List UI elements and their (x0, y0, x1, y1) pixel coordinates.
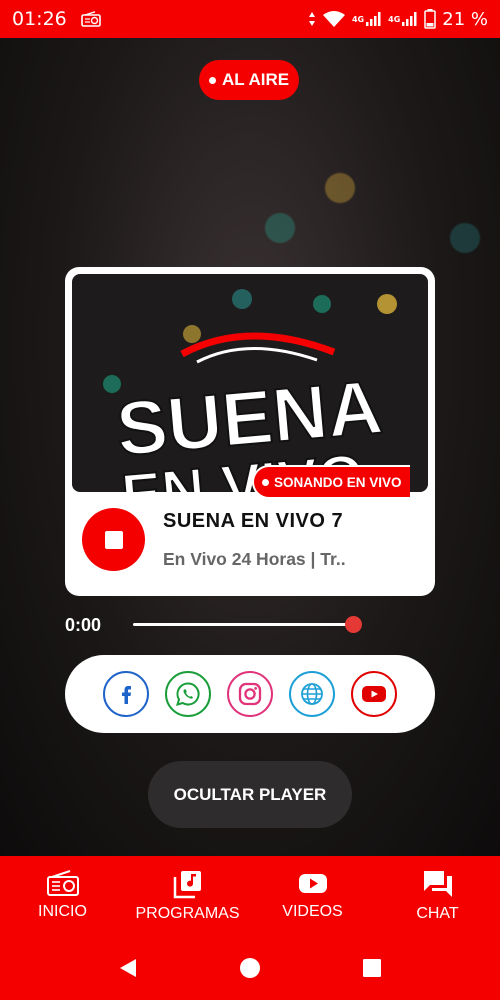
hide-player-button[interactable]: OCULTAR PLAYER (148, 761, 352, 828)
station-name: SUENA EN VIVO 7 (163, 510, 344, 532)
live-badge: AL AIRE (199, 60, 300, 100)
bottom-navigation: INICIO PROGRAMAS VIDEOS CHAT (0, 856, 500, 936)
playing-live-badge: SONANDO EN VIVO (252, 465, 410, 499)
social-links-bar (65, 655, 435, 733)
nav-label: VIDEOS (282, 903, 343, 920)
station-logo: SUENA EN VIVO (103, 289, 397, 492)
progress-thumb[interactable] (345, 616, 362, 633)
data-arrows-icon (308, 12, 315, 26)
status-indicators: 4G 4G 21 % (308, 9, 488, 30)
home-icon[interactable] (239, 957, 261, 979)
nav-item-inicio[interactable]: INICIO (0, 856, 125, 936)
website-button[interactable] (289, 671, 335, 717)
status-time: 01:26 (12, 8, 67, 30)
network-type-label: 4G (388, 14, 401, 24)
facebook-button[interactable] (103, 671, 149, 717)
progress-slider[interactable] (133, 616, 362, 633)
facebook-icon (122, 686, 131, 704)
station-cover-art: SUENA EN VIVO (72, 274, 428, 492)
youtube-icon (298, 874, 327, 893)
chat-icon (423, 871, 452, 897)
signal-icon (402, 12, 417, 26)
radio-icon (46, 870, 79, 896)
web-globe-icon (301, 683, 323, 705)
instagram-icon (238, 682, 262, 706)
nav-label: CHAT (416, 905, 459, 922)
system-navigation-bar (0, 936, 500, 1000)
radio-icon (80, 11, 101, 27)
whatsapp-icon (176, 682, 200, 706)
playing-dot (262, 478, 269, 486)
wifi-icon (322, 11, 345, 27)
battery-level: 21 % (442, 8, 488, 30)
youtube-icon (362, 686, 386, 702)
live-dot (209, 76, 216, 84)
playing-live-label: SONANDO EN VIVO (274, 474, 402, 490)
recents-icon[interactable] (361, 957, 383, 979)
battery-icon (424, 9, 437, 29)
station-subtitle: En Vivo 24 Horas | Tr.. (163, 549, 346, 569)
back-icon[interactable] (117, 957, 139, 979)
stop-button[interactable] (82, 508, 145, 571)
instagram-button[interactable] (227, 671, 273, 717)
elapsed-time: 0:00 (65, 615, 102, 635)
nav-item-videos[interactable]: VIDEOS (250, 856, 375, 936)
signal-icon (366, 12, 381, 26)
nav-item-chat[interactable]: CHAT (375, 856, 500, 936)
whatsapp-button[interactable] (165, 671, 211, 717)
live-badge-label: AL AIRE (222, 70, 290, 89)
network-type-label: 4G (351, 14, 365, 24)
music-library-icon (173, 871, 201, 899)
stop-icon (104, 530, 123, 549)
nav-item-programas[interactable]: PROGRAMAS (125, 856, 250, 936)
youtube-button[interactable] (351, 671, 397, 717)
nav-label: PROGRAMAS (135, 905, 240, 922)
status-bar: 01:26 4G 4G 21 % (0, 0, 500, 38)
nav-label: INICIO (38, 903, 87, 920)
